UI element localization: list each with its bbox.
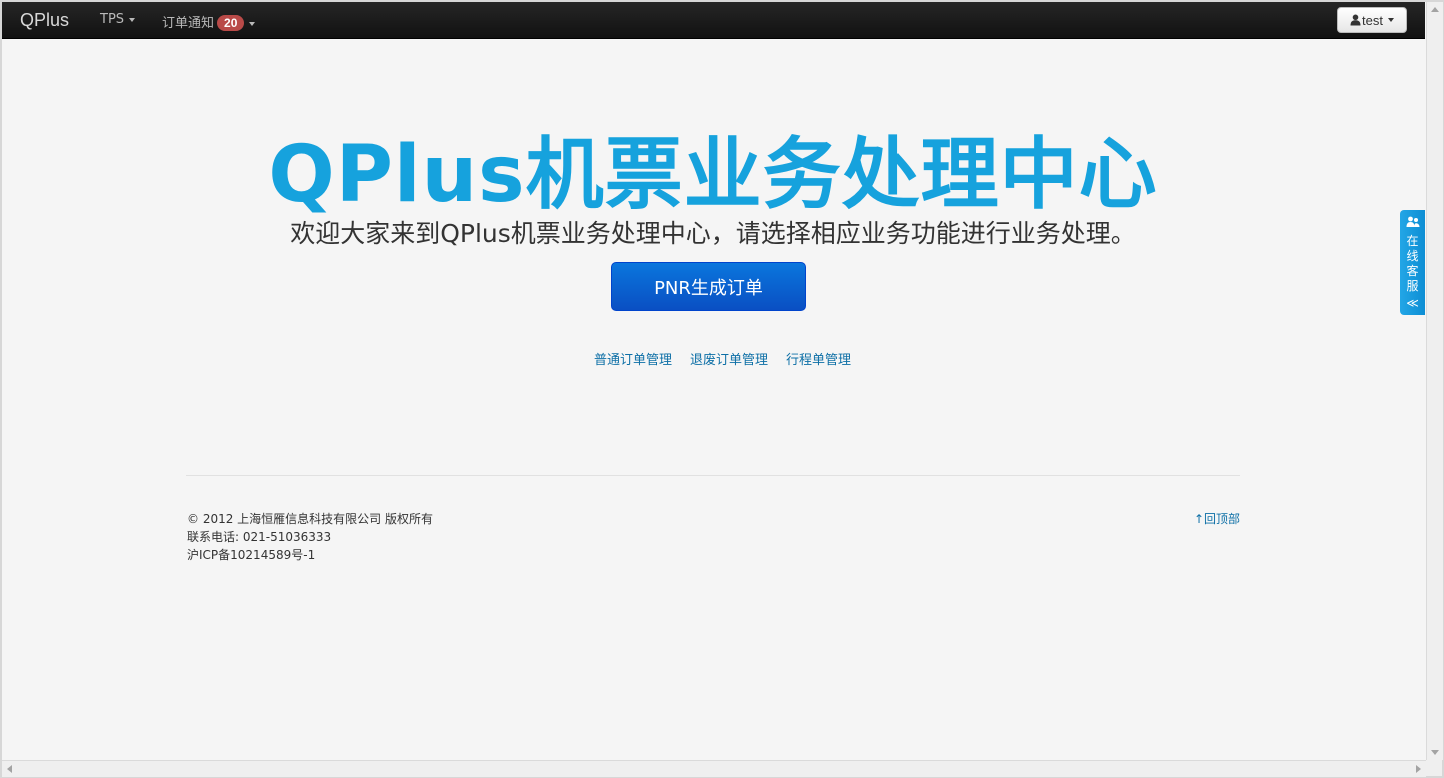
order-notify-dropdown[interactable]: 订单通知 20 <box>162 12 256 31</box>
footer-icp: 沪ICP备10214589号-1 <box>187 548 316 562</box>
vertical-scrollbar[interactable] <box>1426 2 1443 760</box>
people-icon <box>1406 216 1419 227</box>
quick-links: 普通订单管理 退废订单管理 行程单管理 <box>594 349 869 368</box>
chevron-down-icon <box>249 21 256 26</box>
brand-logo[interactable]: QPlus <box>20 10 69 31</box>
horizontal-scrollbar[interactable] <box>2 760 1426 777</box>
online-service-label: 在线客服 <box>1406 234 1419 293</box>
footer-copyright: © 2012 上海恒雁信息科技有限公司 版权所有 <box>187 512 433 526</box>
top-navbar: QPlus TPS 订单通知 20 test <box>2 2 1425 39</box>
user-menu-button[interactable]: test <box>1337 7 1407 33</box>
back-to-top-link[interactable]: ↑回顶部 <box>1194 510 1240 527</box>
notification-badge: 20 <box>217 15 245 31</box>
page-subtitle: 欢迎大家来到QPlus机票业务处理中心，请选择相应业务功能进行业务处理。 <box>290 219 1136 248</box>
footer-info: © 2012 上海恒雁信息科技有限公司 版权所有 联系电话: 021-51036… <box>187 510 433 564</box>
pnr-create-order-button[interactable]: PNR生成订单 <box>611 262 806 311</box>
scrollbar-corner <box>1426 760 1442 776</box>
link-refund-orders[interactable]: 退废订单管理 <box>690 353 768 368</box>
order-notify-label: 订单通知 <box>162 16 215 31</box>
scroll-up-icon[interactable] <box>1431 7 1439 12</box>
user-icon <box>1350 14 1361 26</box>
chevron-down-icon <box>129 17 136 22</box>
online-service-tab[interactable]: 在线客服 ≪ <box>1400 210 1425 315</box>
user-name: test <box>1362 12 1383 28</box>
scroll-right-icon[interactable] <box>1416 765 1421 773</box>
footer-divider <box>186 475 1240 476</box>
tps-label: TPS <box>100 12 125 27</box>
tps-dropdown[interactable]: TPS <box>100 12 136 27</box>
link-normal-orders[interactable]: 普通订单管理 <box>594 353 672 368</box>
chevron-down-icon <box>1387 18 1394 22</box>
footer-phone: 联系电话: 021-51036333 <box>187 530 332 544</box>
page-title: QPlus机票业务处理中心 <box>268 130 1158 220</box>
link-itinerary[interactable]: 行程单管理 <box>786 353 851 368</box>
collapse-chevron-icon: ≪ <box>1406 296 1419 310</box>
scroll-down-icon[interactable] <box>1431 750 1439 755</box>
scroll-left-icon[interactable] <box>7 765 12 773</box>
